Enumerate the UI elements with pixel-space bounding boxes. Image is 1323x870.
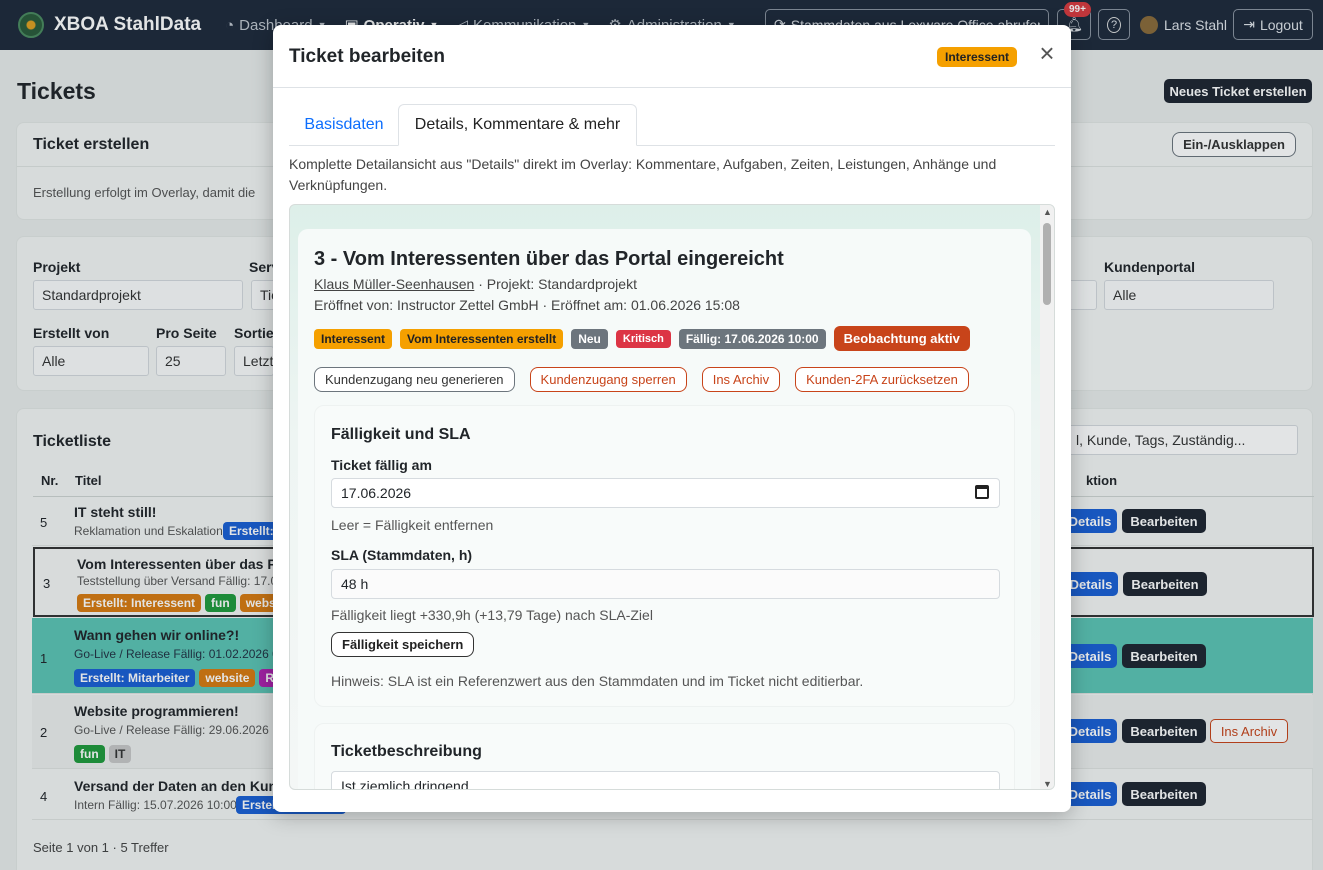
- edit-ticket-modal: Ticket bearbeiten Interessent × Basisdat…: [273, 25, 1071, 812]
- tag-neu: Neu: [571, 328, 608, 349]
- description-textarea[interactable]: Ist ziemlich dringend.: [331, 771, 1000, 789]
- calendar-icon[interactable]: [975, 485, 989, 499]
- scrollbar-thumb[interactable]: [1043, 223, 1051, 305]
- lock-access-button[interactable]: Kundenzugang sperren: [529, 367, 687, 392]
- sla-section-title: Fälligkeit und SLA: [331, 426, 471, 443]
- reset-2fa-button[interactable]: Kunden-2FA zurücksetzen: [795, 367, 969, 392]
- ticket-meta: Klaus Müller-Seenhausen · Projekt: Stand…: [314, 276, 637, 292]
- ticket-action-buttons: Kundenzugang neu generieren Kundenzugang…: [314, 367, 969, 392]
- due-date-input[interactable]: 17.06.2026: [331, 478, 1000, 508]
- scroll-down-icon[interactable]: ▼: [1043, 779, 1052, 789]
- modal-title: Ticket bearbeiten: [289, 46, 445, 67]
- tab-description: Komplette Detailansicht aus "Details" di…: [289, 156, 997, 193]
- tag-faellig: Fällig: 17.06.2026 10:00: [678, 328, 826, 349]
- due-date-help: Leer = Fälligkeit entfernen: [331, 517, 494, 533]
- save-due-button[interactable]: Fälligkeit speichern: [331, 632, 475, 657]
- ticket-opened-info: Eröffnet von: Instructor Zettel GmbH · E…: [314, 297, 740, 313]
- sla-input: 48 h: [331, 569, 1000, 599]
- details-scroll-area[interactable]: 3 - Vom Interessenten über das Portal ei…: [289, 204, 1055, 790]
- tag-interessent: Interessent: [314, 328, 393, 349]
- sla-hint: Hinweis: SLA ist ein Referenzwert aus de…: [331, 673, 864, 689]
- sla-section: Fälligkeit und SLA Ticket fällig am 17.0…: [314, 405, 1015, 707]
- tag-kritisch: Kritisch: [615, 329, 671, 348]
- sla-help: Fälligkeit liegt +330,9h (+13,79 Tage) n…: [331, 607, 653, 623]
- ticket-title: 3 - Vom Interessenten über das Portal ei…: [314, 248, 784, 270]
- ticket-tags: Interessent Vom Interessenten erstellt N…: [314, 326, 970, 351]
- status-badge: Interessent: [937, 47, 1018, 67]
- modal-tabs: Basisdaten Details, Kommentare & mehr: [289, 104, 1055, 146]
- project-text: · Projekt: Standardprojekt: [474, 276, 637, 292]
- tag-vom-interessenten: Vom Interessenten erstellt: [400, 328, 564, 349]
- customer-link[interactable]: Klaus Müller-Seenhausen: [314, 276, 474, 292]
- due-date-label: Ticket fällig am: [331, 457, 432, 473]
- tab-details[interactable]: Details, Kommentare & mehr: [398, 104, 637, 146]
- scrollbar[interactable]: ▲ ▼: [1040, 205, 1054, 789]
- archive-ticket-button[interactable]: Ins Archiv: [701, 367, 781, 392]
- sla-label: SLA (Stammdaten, h): [331, 547, 473, 563]
- watch-active-button[interactable]: Beobachtung aktiv: [833, 326, 970, 351]
- description-section-title: Ticketbeschreibung: [331, 743, 482, 760]
- modal-header: Ticket bearbeiten Interessent ×: [273, 25, 1071, 88]
- scroll-up-icon[interactable]: ▲: [1043, 207, 1052, 217]
- ticket-detail-panel: 3 - Vom Interessenten über das Portal ei…: [298, 229, 1031, 789]
- close-icon[interactable]: ×: [1035, 40, 1059, 67]
- regenerate-access-button[interactable]: Kundenzugang neu generieren: [314, 367, 515, 392]
- description-section: Ticketbeschreibung Ist ziemlich dringend…: [314, 723, 1015, 789]
- tab-basisdaten[interactable]: Basisdaten: [289, 104, 399, 146]
